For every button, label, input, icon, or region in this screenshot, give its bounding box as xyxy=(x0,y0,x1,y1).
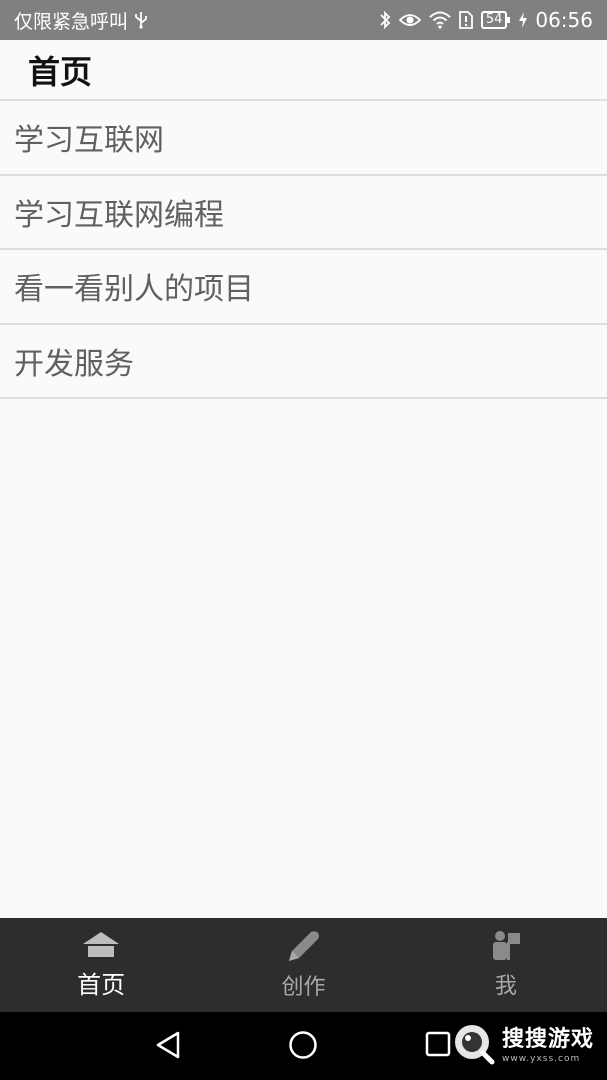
status-time: 06:56 xyxy=(535,8,593,32)
tab-create[interactable]: 创作 xyxy=(202,918,404,1012)
bluetooth-icon xyxy=(379,10,391,30)
usb-icon xyxy=(134,11,148,29)
list-item-label: 开发服务 xyxy=(14,346,134,382)
watermark-text: 搜搜游戏 www.yxss.com xyxy=(502,1026,595,1064)
battery-level: 54 xyxy=(485,12,503,27)
tab-home[interactable]: 首页 xyxy=(0,918,202,1012)
list-item-label: 学习互联网 xyxy=(14,123,164,159)
list-item-label: 看一看别人的项目 xyxy=(14,272,254,308)
app-bar: 首页 xyxy=(0,40,607,101)
tab-label: 我 xyxy=(494,974,517,999)
home-circle-icon[interactable] xyxy=(288,1030,318,1060)
tab-label: 首页 xyxy=(77,970,126,999)
menu-list: 学习互联网 学习互联网编程 看一看别人的项目 开发服务 xyxy=(0,101,607,399)
watermark: 搜搜游戏 www.yxss.com xyxy=(452,1016,602,1076)
tab-me[interactable]: 我 xyxy=(405,918,607,1012)
pencil-icon xyxy=(285,929,321,963)
battery-icon: 54 xyxy=(480,11,510,29)
list-item[interactable]: 看一看别人的项目 xyxy=(0,250,607,325)
status-right: 54 06:56 xyxy=(379,8,593,32)
bottom-tab-bar: 首页 创作 我 xyxy=(0,918,607,1012)
tab-label: 创作 xyxy=(281,975,326,1000)
home-icon xyxy=(82,931,120,959)
eye-icon xyxy=(398,12,421,28)
list-item[interactable]: 学习互联网 xyxy=(0,101,607,176)
sim-alert-icon xyxy=(458,11,473,29)
status-left: 仅限紧急呼叫 xyxy=(14,7,148,34)
wifi-icon xyxy=(429,11,451,29)
list-item[interactable]: 开发服务 xyxy=(0,324,607,399)
carrier-text: 仅限紧急呼叫 xyxy=(14,10,129,33)
status-bar: 仅限紧急呼叫 54 06:56 xyxy=(0,0,607,40)
magnifier-logo-icon xyxy=(452,1022,496,1070)
watermark-main: 搜搜游戏 xyxy=(502,1026,595,1052)
list-item[interactable]: 学习互联网编程 xyxy=(0,175,607,250)
person-icon xyxy=(490,930,522,962)
page-title: 首页 xyxy=(28,52,93,91)
back-icon[interactable] xyxy=(154,1030,182,1060)
charging-icon xyxy=(519,12,528,28)
recents-icon[interactable] xyxy=(424,1030,452,1058)
watermark-sub: www.yxss.com xyxy=(502,1053,581,1064)
list-item-label: 学习互联网编程 xyxy=(14,197,224,233)
